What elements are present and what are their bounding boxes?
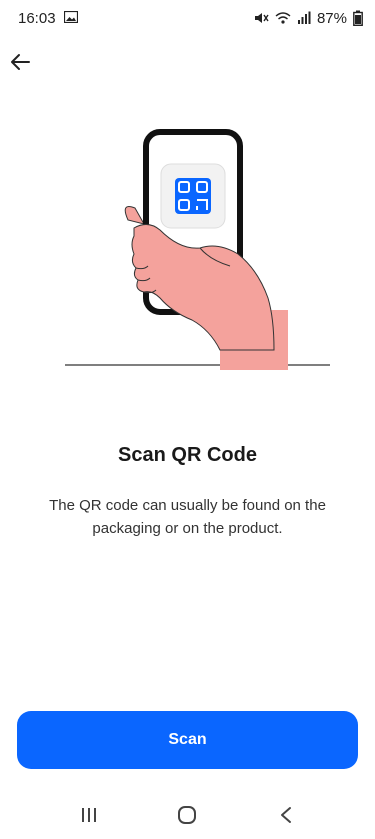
battery-icon — [353, 10, 363, 26]
status-right: 87% — [253, 10, 363, 27]
hand-holding-phone-illustration — [60, 120, 332, 370]
navigation-bar — [0, 795, 375, 839]
scan-button[interactable]: Scan — [17, 711, 358, 769]
status-time: 16:03 — [18, 9, 56, 27]
status-left: 16:03 — [18, 10, 78, 27]
page-title: Scan QR Code — [118, 444, 257, 466]
qr-code-icon — [160, 163, 226, 229]
back-button[interactable] — [4, 48, 36, 80]
battery-percent: 87% — [316, 9, 347, 27]
recent-apps-button[interactable] — [69, 802, 109, 832]
home-button[interactable] — [167, 802, 207, 832]
mute-icon — [253, 11, 269, 25]
wifi-icon — [275, 11, 291, 25]
signal-icon — [297, 11, 311, 25]
nav-back-button[interactable] — [266, 802, 306, 832]
gallery-icon — [63, 10, 78, 27]
home-icon — [177, 805, 197, 830]
back-arrow-icon — [9, 51, 31, 78]
back-icon — [279, 806, 293, 829]
status-bar: 16:03 87% — [0, 0, 375, 36]
page-description: The QR code can usually be found on the … — [49, 497, 326, 537]
recent-apps-icon — [80, 807, 98, 828]
